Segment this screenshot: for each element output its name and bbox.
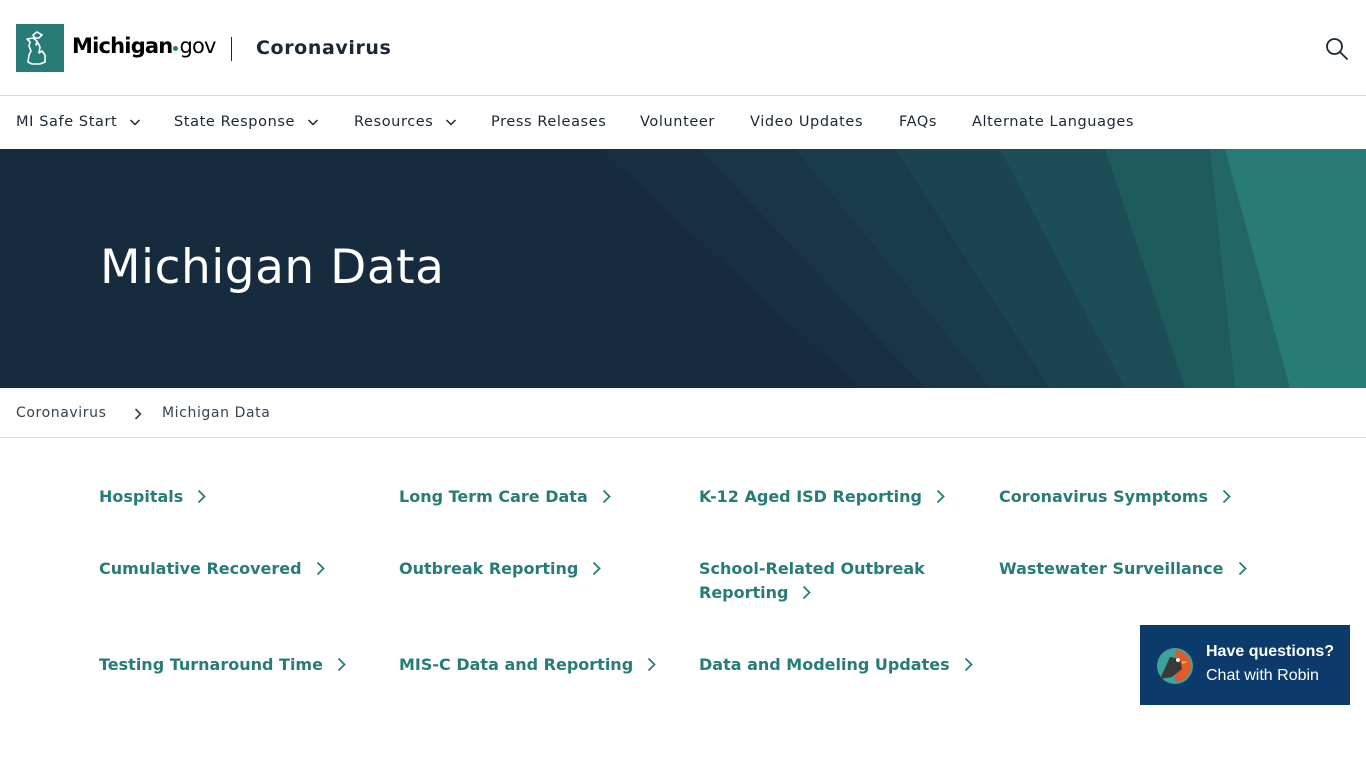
nav-item-volunteer[interactable]: Volunteer: [640, 114, 715, 130]
link-long-term-care-data[interactable]: Long Term Care Data: [399, 485, 689, 509]
chevron-down-icon: [307, 116, 319, 128]
nav-item-mi-safe-start[interactable]: MI Safe Start: [16, 114, 141, 130]
link-label: Long Term Care Data: [399, 487, 588, 506]
link-label: Hospitals: [99, 487, 184, 506]
logo-divider: [231, 37, 232, 61]
chevron-right-icon: [602, 487, 611, 504]
nav-item-label: State Response: [174, 114, 296, 130]
link-outbreak-reporting[interactable]: Outbreak Reporting: [399, 557, 689, 581]
chat-with-robin-button[interactable]: Have questions? Chat with Robin: [1140, 625, 1350, 705]
chevron-right-icon: [1238, 559, 1247, 576]
nav-item-state-response[interactable]: State Response: [174, 114, 319, 130]
nav-item-label: FAQs: [899, 114, 938, 130]
link-mis-c-data-and-reporting[interactable]: MIS-C Data and Reporting: [399, 653, 689, 677]
chevron-right-icon: [337, 655, 346, 672]
michigan-gov-logo[interactable]: Michigan gov: [72, 34, 216, 58]
page-title: Michigan Data: [100, 240, 445, 295]
link-label: Data and Modeling Updates: [699, 655, 950, 674]
chevron-down-icon: [129, 116, 141, 128]
logo-suffix: gov: [179, 34, 216, 58]
logo-brand: Michigan: [72, 34, 173, 58]
chevron-right-icon: [1222, 487, 1231, 504]
nav-item-label: Resources: [354, 114, 434, 130]
chevron-right-icon: [647, 655, 656, 672]
link-label: School-Related Outbreak: [699, 559, 925, 578]
link-label-continued: Reporting: [699, 583, 789, 602]
nav-item-alternate-languages[interactable]: Alternate Languages: [972, 114, 1134, 130]
link-label: K-12 Aged ISD Reporting: [699, 487, 923, 506]
chevron-right-icon: [316, 559, 325, 576]
link-coronavirus-symptoms[interactable]: Coronavirus Symptoms: [999, 485, 1289, 509]
link-testing-turnaround-time[interactable]: Testing Turnaround Time: [99, 653, 389, 677]
nav-item-press-releases[interactable]: Press Releases: [491, 114, 606, 130]
breadcrumb-current: Michigan Data: [162, 405, 271, 421]
chevron-right-icon: [197, 487, 207, 504]
link-label: MIS-C Data and Reporting: [399, 655, 634, 674]
search-icon[interactable]: [1324, 36, 1350, 62]
nav-item-label: MI Safe Start: [16, 114, 118, 130]
link-data-and-modeling-updates[interactable]: Data and Modeling Updates: [699, 653, 989, 677]
nav-item-label: Video Updates: [750, 114, 864, 130]
nav-item-faqs[interactable]: FAQs: [899, 114, 937, 130]
nav-item-label: Press Releases: [491, 114, 607, 130]
link-label: Testing Turnaround Time: [99, 655, 323, 674]
chat-subtext: Chat with Robin: [1206, 667, 1319, 684]
breadcrumb-link-coronavirus[interactable]: Coronavirus: [16, 405, 107, 421]
nav-item-label: Alternate Languages: [972, 114, 1135, 130]
hero-banner: Michigan Data: [0, 149, 1366, 388]
chat-headline: Have questions?: [1206, 643, 1335, 660]
robin-bird-icon: [1156, 647, 1194, 685]
logo-dot: [173, 46, 179, 51]
chevron-right-icon: [964, 655, 973, 672]
chevron-right-icon: [802, 583, 812, 600]
michigan-mitten-icon[interactable]: [16, 24, 64, 72]
chevron-right-icon: [936, 487, 945, 504]
nav-item-video-updates[interactable]: Video Updates: [750, 114, 863, 130]
link-label: Coronavirus Symptoms: [999, 487, 1209, 506]
link-label: Wastewater Surveillance: [999, 559, 1224, 578]
chevron-right-icon: [134, 407, 142, 420]
nav-item-resources[interactable]: Resources: [354, 114, 457, 130]
link-cumulative-recovered[interactable]: Cumulative Recovered: [99, 557, 389, 581]
nav-item-label: Volunteer: [640, 114, 715, 130]
link-k-12-aged-isd-reporting[interactable]: K-12 Aged ISD Reporting: [699, 485, 989, 509]
link-wastewater-surveillance[interactable]: Wastewater Surveillance: [999, 557, 1289, 581]
link-hospitals[interactable]: Hospitals: [99, 485, 389, 509]
site-title[interactable]: Coronavirus: [256, 37, 391, 59]
link-school-related-outbreak-reporting[interactable]: School-Related Outbreak Reporting: [699, 557, 989, 605]
main-nav: MI Safe Start State Response Resources Pres…: [0, 97, 1366, 149]
breadcrumb: Coronavirus Michigan Data: [0, 388, 1366, 438]
chevron-down-icon: [445, 116, 457, 128]
link-label: Cumulative Recovered: [99, 559, 302, 578]
site-header: Michigan gov Coronavirus: [0, 0, 1366, 96]
chevron-right-icon: [592, 559, 602, 576]
link-label: Outbreak Reporting: [399, 559, 579, 578]
